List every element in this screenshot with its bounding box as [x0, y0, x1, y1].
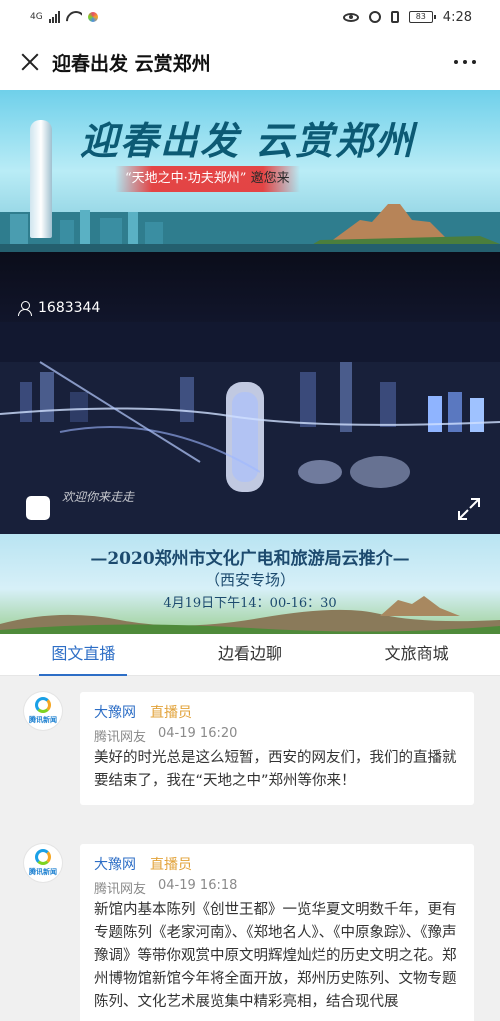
post-card: 大豫网 直播员 腾讯网友 04-19 16:18 新馆内基本陈列《创世王都》一览… [80, 844, 474, 1021]
post-author[interactable]: 大豫网 [94, 854, 136, 874]
live-feed[interactable]: 腾讯新闻 大豫网 直播员 腾讯网友 04-19 16:20 美好的时光总是这么短… [0, 676, 500, 1021]
close-icon[interactable] [10, 42, 50, 82]
tencent-news-logo-icon [35, 697, 51, 713]
user-icon [18, 301, 32, 316]
wifi-icon [66, 11, 82, 23]
tab-live-text[interactable]: 图文直播 [0, 634, 167, 676]
status-bar: 4G 83 4:28 [0, 0, 500, 34]
title-bar: 迎春出发 云赏郑州 [0, 34, 500, 90]
avatar[interactable]: 腾讯新闻 [24, 844, 62, 882]
battery-icon: 83 [408, 11, 436, 23]
post-content: 美好的时光总是这么短暂，西安的网友们，我们的直播就要结束了，我在“天地之中”郑州… [94, 750, 457, 789]
event-title: —2020郑州市文化广电和旅游局云推介— [90, 549, 410, 569]
post-source: 腾讯网友 [94, 882, 147, 897]
banner-invite: 邀您来 [250, 171, 290, 186]
status-right: 83 4:28 [342, 9, 472, 25]
fullscreen-icon[interactable] [456, 496, 482, 522]
battery-level: 83 [415, 12, 426, 21]
post-meta: 腾讯网友 04-19 16:18 [94, 878, 460, 897]
post-role: 直播员 [150, 857, 192, 873]
skyline-illustration [0, 204, 500, 252]
vibrate-icon [390, 11, 399, 23]
post-role: 直播员 [150, 705, 192, 721]
banner-slogan: “天地之中·功夫郑州” [125, 171, 247, 186]
post-content: 新馆内基本陈列《创世王都》一览华夏文明数千年，更有专题陈列《老家河南》、《郑地名… [94, 902, 457, 1010]
live-video-player[interactable]: 1683344 欢迎你来走走 [0, 252, 500, 534]
post-time: 04-19 16:18 [158, 878, 238, 893]
avatar[interactable]: 腾讯新闻 [24, 692, 62, 730]
post-meta: 腾讯网友 04-19 16:20 [94, 726, 460, 745]
event-subtitle: （西安专场） [204, 571, 295, 589]
avatar-brand: 腾讯新闻 [29, 868, 57, 876]
post-time: 04-19 16:20 [158, 726, 238, 741]
more-options-icon[interactable] [452, 52, 478, 72]
signal-icon [48, 11, 60, 23]
app-notification-icon [87, 12, 98, 22]
clock: 4:28 [442, 9, 472, 25]
event-time: 4月19日下午14：00-16：30 [163, 596, 337, 611]
post-header: 大豫网 直播员 [94, 854, 460, 874]
tencent-news-logo-icon [35, 849, 51, 865]
page-title: 迎春出发 云赏郑州 [52, 52, 211, 75]
post-header: 大豫网 直播员 [94, 702, 460, 722]
viewer-count: 1683344 [18, 300, 100, 316]
viewer-count-value: 1683344 [38, 300, 101, 316]
eye-icon [342, 12, 359, 22]
tab-chat[interactable]: 边看边聊 [167, 634, 334, 675]
post-card: 大豫网 直播员 腾讯网友 04-19 16:20 美好的时光总是这么短暂，西安的… [80, 692, 474, 805]
banner-title: 迎春出发 云赏郑州 [80, 118, 416, 163]
alarm-icon [368, 11, 381, 23]
tab-mall[interactable]: 文旅商城 [333, 634, 500, 675]
post-source: 腾讯网友 [94, 730, 147, 745]
tower-illustration [30, 120, 52, 238]
avatar-brand: 腾讯新闻 [29, 716, 57, 724]
hero-banner: 迎春出发 云赏郑州 “天地之中·功夫郑州” 邀您来 [0, 90, 500, 252]
event-banner: —2020郑州市文化广电和旅游局云推介— （西安专场） 4月19日下午14：00… [0, 534, 500, 634]
video-caption: 欢迎你来走走 [62, 490, 135, 504]
play-icon[interactable] [26, 496, 50, 520]
banner-subtitle: “天地之中·功夫郑州” 邀您来 [115, 166, 300, 192]
status-left: 4G [30, 11, 98, 23]
post-author[interactable]: 大豫网 [94, 702, 136, 722]
network-type: 4G [30, 12, 43, 22]
tab-bar: 图文直播 边看边聊 文旅商城 [0, 634, 500, 676]
